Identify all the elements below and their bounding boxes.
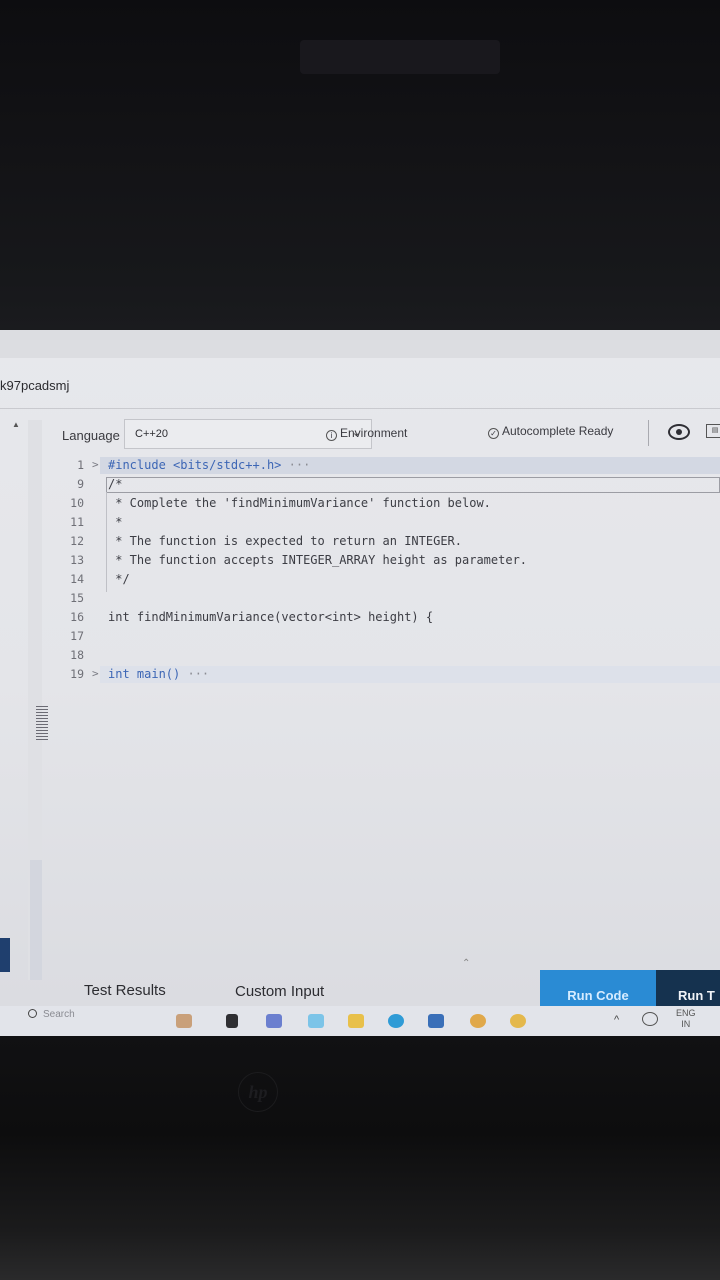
file-explorer-icon[interactable] bbox=[348, 1014, 364, 1028]
line-number: 19 bbox=[70, 667, 84, 681]
fold-arrow-icon[interactable]: > bbox=[92, 458, 99, 471]
line-number: 13 bbox=[70, 553, 84, 567]
code-text: #include <bits/stdc++.h> ··· bbox=[108, 458, 310, 472]
eye-icon[interactable] bbox=[668, 424, 690, 440]
line-number: 11 bbox=[70, 515, 84, 529]
code-line: 11 * bbox=[56, 515, 720, 534]
check-circle-icon: ✓ bbox=[488, 428, 499, 439]
code-text: * Complete the 'findMinimumVariance' fun… bbox=[108, 496, 491, 510]
language-label: Language bbox=[62, 428, 120, 443]
lang-code: ENG bbox=[676, 1008, 696, 1018]
scrollbar-track[interactable] bbox=[30, 860, 42, 980]
line-number: 1 bbox=[77, 458, 84, 472]
network-icon[interactable] bbox=[642, 1012, 658, 1026]
app-icon[interactable] bbox=[308, 1014, 324, 1028]
task-view-icon[interactable] bbox=[226, 1014, 238, 1028]
code-line: 10 * Complete the 'findMinimumVariance' … bbox=[56, 496, 720, 515]
code-text: int main() bbox=[108, 667, 181, 681]
teams-icon[interactable] bbox=[266, 1014, 282, 1028]
input-language[interactable]: ENG IN bbox=[676, 1008, 696, 1030]
app-icon[interactable] bbox=[470, 1014, 486, 1028]
code-line: 17 bbox=[56, 629, 720, 648]
tray-chevron-icon[interactable]: ^ bbox=[614, 1014, 619, 1026]
code-line: 18 bbox=[56, 648, 720, 667]
editor-toolbar: Language C++20 ⌄ i Environment ✓ Autocompl… bbox=[56, 418, 720, 452]
store-icon[interactable] bbox=[428, 1014, 444, 1028]
line-number: 18 bbox=[70, 648, 84, 662]
code-editor[interactable]: 1 > #include <bits/stdc++.h> ··· 9 /* 10… bbox=[56, 456, 720, 956]
reflection bbox=[300, 40, 500, 74]
folded-ellipsis: ··· bbox=[281, 458, 311, 472]
code-text: /* bbox=[108, 477, 123, 491]
line-number: 16 bbox=[70, 610, 84, 624]
autocomplete-label: Autocomplete Ready bbox=[502, 424, 614, 438]
folded-ellipsis: ··· bbox=[180, 667, 210, 681]
line-number: 10 bbox=[70, 496, 84, 510]
page-tab-title: k97pcadsmj bbox=[0, 378, 70, 393]
environment-button[interactable]: i Environment bbox=[326, 426, 407, 441]
chrome-icon[interactable] bbox=[510, 1014, 526, 1028]
code-line: 14 */ bbox=[56, 572, 720, 591]
camera-bezel-top bbox=[0, 0, 720, 330]
code-text: * bbox=[108, 515, 123, 529]
edge-icon[interactable] bbox=[388, 1014, 404, 1028]
run-code-button[interactable]: Run Code bbox=[540, 970, 656, 1006]
code-line: 1 > #include <bits/stdc++.h> ··· bbox=[56, 458, 720, 477]
hp-logo: hp bbox=[238, 1072, 278, 1112]
line-number: 14 bbox=[70, 572, 84, 586]
toolbar-divider bbox=[648, 420, 649, 446]
tab-custom-input[interactable]: Custom Input bbox=[235, 983, 324, 1000]
language-value: C++20 bbox=[135, 428, 169, 440]
code-line: 13 * The function accepts INTEGER_ARRAY … bbox=[56, 553, 720, 572]
collapse-arrow-icon[interactable]: ▲ bbox=[12, 420, 22, 429]
code-text: * The function accepts INTEGER_ARRAY hei… bbox=[108, 553, 528, 567]
browser-strip bbox=[0, 330, 720, 358]
widgets-icon[interactable] bbox=[176, 1014, 192, 1028]
code-line: 16 int findMinimumVariance(vector<int> h… bbox=[56, 610, 720, 629]
autocomplete-status[interactable]: ✓ Autocomplete Ready bbox=[488, 424, 613, 439]
code-line: 12 * The function is expected to return … bbox=[56, 534, 720, 553]
code-text: * The function is expected to return an … bbox=[108, 534, 463, 548]
search-icon bbox=[28, 1009, 37, 1018]
laptop-body bbox=[0, 1036, 720, 1280]
taskbar-search[interactable]: Search bbox=[28, 1009, 178, 1031]
keyboard-icon[interactable]: ▤ bbox=[706, 424, 720, 438]
code-text: */ bbox=[108, 572, 130, 586]
search-label: Search bbox=[43, 1009, 75, 1020]
code-text: #include <bits/stdc++.h> bbox=[108, 458, 282, 472]
header-divider bbox=[0, 408, 720, 409]
windows-taskbar: Search ^ ENG IN bbox=[0, 1006, 720, 1036]
region-code: IN bbox=[681, 1019, 691, 1029]
code-line: 9 /* bbox=[56, 477, 720, 496]
drag-handle-icon[interactable] bbox=[36, 706, 48, 740]
code-line: 15 bbox=[56, 591, 720, 610]
line-number: 15 bbox=[70, 591, 84, 605]
side-panel-tab[interactable] bbox=[0, 938, 10, 972]
run-tests-button[interactable]: Run T bbox=[656, 970, 720, 1006]
environment-label: Environment bbox=[340, 426, 408, 440]
line-number: 12 bbox=[70, 534, 84, 548]
code-text: int main() ··· bbox=[108, 667, 209, 681]
tab-test-results[interactable]: Test Results bbox=[84, 982, 166, 999]
code-line: 19 > int main() ··· bbox=[56, 667, 720, 686]
info-icon: i bbox=[326, 430, 337, 441]
laptop-screen: k97pcadsmj ▲ Language C++20 ⌄ i Environme… bbox=[0, 330, 720, 1036]
line-number: 17 bbox=[70, 629, 84, 643]
fold-arrow-icon[interactable]: > bbox=[92, 667, 99, 680]
line-number: 9 bbox=[77, 477, 84, 491]
code-text: int findMinimumVariance(vector<int> heig… bbox=[108, 610, 434, 624]
